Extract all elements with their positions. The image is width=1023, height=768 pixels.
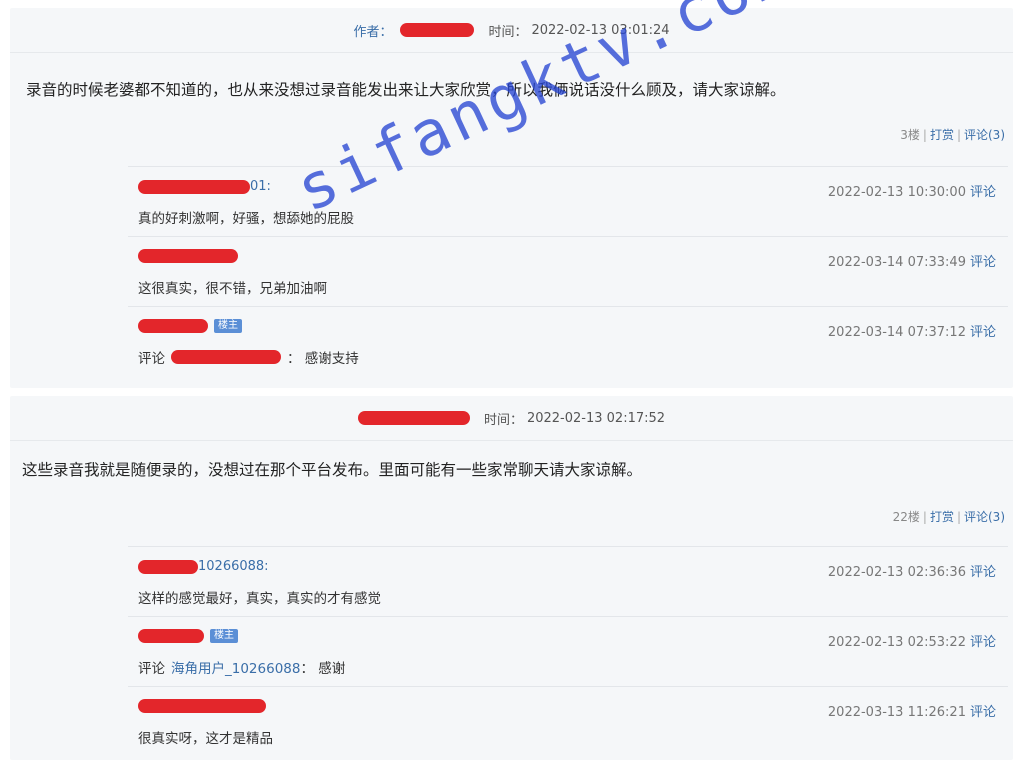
tip-link[interactable]: 打赏 bbox=[930, 510, 954, 524]
comment-timestamp: 2022-02-13 02:53:22 bbox=[827, 635, 966, 650]
redacted-username bbox=[138, 319, 208, 333]
comment-timestamp: 2022-03-13 11:26:21 bbox=[827, 705, 966, 720]
comment-text: 评论 ： 感谢支持 bbox=[138, 347, 359, 367]
comment-item: 2022-03-13 11:26:21 评论 很真实呀，这才是精品 bbox=[128, 686, 1008, 755]
comment-item: 2022-03-14 07:33:49 评论 这很真实，很不错，兄弟加油啊 bbox=[128, 236, 1008, 305]
floor-number: 3楼 bbox=[900, 128, 920, 142]
post-header: 时间： 2022-02-13 02:17:52 bbox=[10, 396, 1013, 441]
post-time: 2022-02-13 02:17:52 bbox=[526, 410, 666, 426]
mention-link[interactable]: 海角用户_10266088 bbox=[171, 657, 300, 677]
comment-prefix: 评论 bbox=[138, 351, 165, 367]
comment-timestamp: 2022-02-13 02:36:36 bbox=[827, 565, 966, 580]
comment-count-link[interactable]: 评论(3) bbox=[964, 510, 1005, 524]
comment-item: 01: 2022-02-13 10:30:00 评论 真的好刺激啊，好骚，想舔她的… bbox=[128, 166, 1008, 235]
time-label: 时间： bbox=[488, 24, 528, 40]
reply-link[interactable]: 评论 bbox=[970, 185, 996, 200]
comment-user[interactable] bbox=[138, 699, 266, 713]
tip-link[interactable]: 打赏 bbox=[930, 128, 954, 142]
post-card: 作者： 时间： 2022-02-13 03:01:24 录音的时候老婆都不知道的… bbox=[10, 8, 1013, 388]
comment-timestamp: 2022-03-14 07:33:49 bbox=[827, 255, 966, 270]
comment-text: 真的好刺激啊，好骚，想舔她的屁股 bbox=[138, 211, 354, 227]
redacted-username bbox=[138, 179, 250, 194]
comment-item: 楼主 2022-02-13 02:53:22 评论 评论 海角用户_1026608… bbox=[128, 616, 1008, 685]
time-label: 时间： bbox=[483, 412, 523, 428]
comment-time: 2022-02-13 10:30:00 评论 bbox=[828, 181, 996, 200]
username-suffix: 10266088: bbox=[198, 559, 269, 574]
comment-item: 楼主 2022-03-14 07:37:12 评论 评论 ： 感谢支持 bbox=[128, 306, 1008, 375]
comment-text: 这样的感觉最好，真实，真实的才有感觉 bbox=[138, 591, 381, 607]
comment-user[interactable]: 楼主 bbox=[138, 319, 242, 333]
comment-user[interactable]: 01: bbox=[138, 179, 271, 194]
redacted-username bbox=[138, 559, 198, 574]
owner-badge: 楼主 bbox=[210, 629, 238, 643]
comment-timestamp: 2022-03-14 07:37:12 bbox=[827, 325, 966, 340]
redacted-mention bbox=[171, 350, 281, 364]
comment-time: 2022-02-13 02:53:22 评论 bbox=[828, 631, 996, 650]
post-card: 时间： 2022-02-13 02:17:52 这些录音我就是随便录的，没想过在… bbox=[10, 396, 1013, 760]
redacted-username bbox=[138, 629, 204, 643]
redacted-author-name bbox=[357, 411, 470, 425]
comment-timestamp: 2022-02-13 10:30:00 bbox=[827, 185, 966, 200]
reply-link[interactable]: 评论 bbox=[970, 635, 996, 650]
post-body: 录音的时候老婆都不知道的，也从来没想过录音能发出来让大家欣赏，所以我俩说话没什么… bbox=[26, 81, 786, 99]
redacted-author-name bbox=[400, 23, 475, 37]
reply-link[interactable]: 评论 bbox=[970, 255, 996, 270]
author-label: 作者： bbox=[353, 24, 393, 40]
comment-text: 很真实呀，这才是精品 bbox=[138, 731, 273, 747]
comment-prefix: 评论 bbox=[138, 661, 165, 677]
redacted-username bbox=[138, 249, 238, 263]
comment-time: 2022-03-13 11:26:21 评论 bbox=[828, 701, 996, 720]
floor-number: 22楼 bbox=[892, 510, 920, 524]
comment-user[interactable] bbox=[138, 249, 238, 263]
comment-user[interactable]: 楼主 bbox=[138, 629, 238, 643]
comment-time: 2022-03-14 07:37:12 评论 bbox=[828, 321, 996, 340]
post-header: 作者： 时间： 2022-02-13 03:01:24 bbox=[10, 8, 1013, 53]
comment-count-link[interactable]: 评论(3) bbox=[964, 128, 1005, 142]
owner-badge: 楼主 bbox=[214, 319, 242, 333]
comment-item: 10266088: 2022-02-13 02:36:36 评论 这样的感觉最好，… bbox=[128, 546, 1008, 615]
post-time: 2022-02-13 03:01:24 bbox=[531, 22, 670, 38]
post-meta: 22楼 | 打赏 | 评论(3) bbox=[892, 510, 1005, 524]
reply-link[interactable]: 评论 bbox=[970, 325, 996, 340]
comment-time: 2022-02-13 02:36:36 评论 bbox=[828, 561, 996, 580]
post-meta: 3楼 | 打赏 | 评论(3) bbox=[900, 128, 1005, 142]
comment-body: ： 感谢 bbox=[300, 661, 346, 677]
comment-text: 评论 海角用户_10266088 ： 感谢 bbox=[138, 657, 345, 677]
redacted-username bbox=[138, 699, 266, 713]
reply-link[interactable]: 评论 bbox=[970, 705, 996, 720]
comment-time: 2022-03-14 07:33:49 评论 bbox=[828, 251, 996, 270]
comment-text: 这很真实，很不错，兄弟加油啊 bbox=[138, 281, 327, 297]
username-suffix: 01: bbox=[250, 179, 271, 194]
post-body: 这些录音我就是随便录的，没想过在那个平台发布。里面可能有一些家常聊天请大家谅解。 bbox=[22, 461, 643, 479]
comment-user[interactable]: 10266088: bbox=[138, 559, 269, 574]
comment-body: ： 感谢支持 bbox=[287, 351, 359, 367]
reply-link[interactable]: 评论 bbox=[970, 565, 996, 580]
